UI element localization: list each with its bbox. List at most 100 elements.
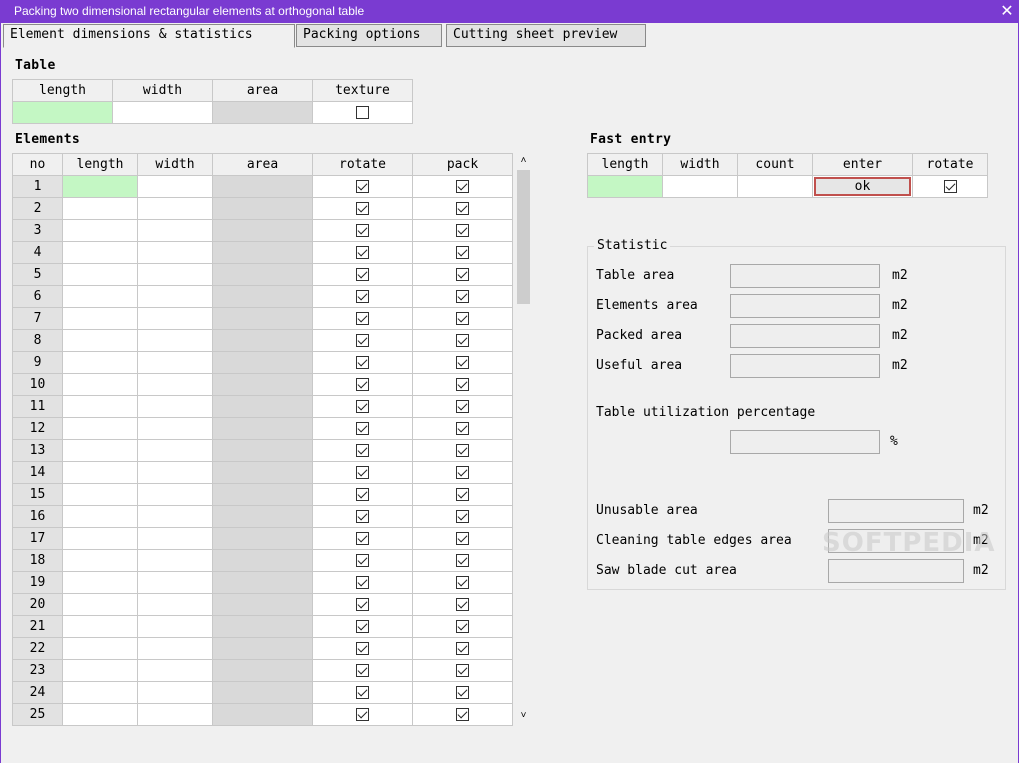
element-length-input[interactable] <box>62 285 138 308</box>
element-pack-checkbox[interactable] <box>456 598 469 611</box>
element-rotate-checkbox[interactable] <box>356 466 369 479</box>
element-pack-checkbox[interactable] <box>456 708 469 721</box>
element-rotate-checkbox[interactable] <box>356 400 369 413</box>
fast-entry-length-input[interactable] <box>587 175 663 198</box>
element-length-input[interactable] <box>62 527 138 550</box>
element-rotate-checkbox[interactable] <box>356 686 369 699</box>
element-width-input[interactable] <box>137 285 213 308</box>
element-width-input[interactable] <box>137 505 213 528</box>
element-rotate-checkbox[interactable] <box>356 180 369 193</box>
element-rotate-checkbox[interactable] <box>356 378 369 391</box>
ok-button[interactable]: ok <box>814 177 911 196</box>
element-width-input[interactable] <box>137 417 213 440</box>
close-button[interactable]: ✕ <box>995 0 1019 22</box>
element-rotate-checkbox[interactable] <box>356 246 369 259</box>
element-rotate-checkbox[interactable] <box>356 268 369 281</box>
element-width-input[interactable] <box>137 373 213 396</box>
element-pack-checkbox[interactable] <box>456 356 469 369</box>
element-pack-checkbox[interactable] <box>456 510 469 523</box>
element-length-input[interactable] <box>62 615 138 638</box>
scroll-thumb[interactable] <box>517 170 530 304</box>
element-rotate-checkbox[interactable] <box>356 290 369 303</box>
element-width-input[interactable] <box>137 571 213 594</box>
element-width-input[interactable] <box>137 637 213 660</box>
element-pack-checkbox[interactable] <box>456 378 469 391</box>
element-length-input[interactable] <box>62 263 138 286</box>
element-pack-checkbox[interactable] <box>456 466 469 479</box>
tab-element-dimensions[interactable]: Element dimensions & statistics <box>3 24 295 48</box>
element-rotate-checkbox[interactable] <box>356 554 369 567</box>
element-rotate-checkbox[interactable] <box>356 510 369 523</box>
element-rotate-checkbox[interactable] <box>356 532 369 545</box>
element-width-input[interactable] <box>137 329 213 352</box>
tab-cutting-sheet-preview[interactable]: Cutting sheet preview <box>446 24 646 47</box>
element-pack-checkbox[interactable] <box>456 664 469 677</box>
element-pack-checkbox[interactable] <box>456 334 469 347</box>
element-width-input[interactable] <box>137 351 213 374</box>
scroll-down-arrow-icon[interactable]: ˅ <box>516 708 531 724</box>
element-rotate-checkbox[interactable] <box>356 576 369 589</box>
element-rotate-checkbox[interactable] <box>356 422 369 435</box>
element-width-input[interactable] <box>137 307 213 330</box>
texture-checkbox[interactable] <box>356 106 369 119</box>
element-rotate-checkbox[interactable] <box>356 202 369 215</box>
element-width-input[interactable] <box>137 549 213 572</box>
element-width-input[interactable] <box>137 197 213 220</box>
element-rotate-checkbox[interactable] <box>356 642 369 655</box>
element-length-input[interactable] <box>62 659 138 682</box>
element-length-input[interactable] <box>62 505 138 528</box>
element-rotate-checkbox[interactable] <box>356 444 369 457</box>
element-pack-checkbox[interactable] <box>456 422 469 435</box>
element-width-input[interactable] <box>137 615 213 638</box>
table-width-input[interactable] <box>112 101 213 124</box>
element-rotate-checkbox[interactable] <box>356 664 369 677</box>
element-pack-checkbox[interactable] <box>456 312 469 325</box>
element-width-input[interactable] <box>137 681 213 704</box>
element-rotate-checkbox[interactable] <box>356 488 369 501</box>
element-length-input[interactable] <box>62 395 138 418</box>
element-width-input[interactable] <box>137 219 213 242</box>
tab-packing-options[interactable]: Packing options <box>296 24 442 47</box>
element-rotate-checkbox[interactable] <box>356 708 369 721</box>
element-length-input[interactable] <box>62 483 138 506</box>
element-rotate-checkbox[interactable] <box>356 356 369 369</box>
element-length-input[interactable] <box>62 351 138 374</box>
fast-entry-rotate-checkbox[interactable] <box>943 180 957 193</box>
element-length-input[interactable] <box>62 417 138 440</box>
element-width-input[interactable] <box>137 593 213 616</box>
element-length-input[interactable] <box>62 175 138 198</box>
element-pack-checkbox[interactable] <box>456 224 469 237</box>
element-pack-checkbox[interactable] <box>456 532 469 545</box>
element-width-input[interactable] <box>137 461 213 484</box>
elements-scrollbar[interactable]: ˄ ˅ <box>516 153 531 724</box>
fast-entry-count-input[interactable] <box>737 175 813 198</box>
element-length-input[interactable] <box>62 593 138 616</box>
element-length-input[interactable] <box>62 637 138 660</box>
element-pack-checkbox[interactable] <box>456 202 469 215</box>
element-pack-checkbox[interactable] <box>456 554 469 567</box>
element-length-input[interactable] <box>62 549 138 572</box>
element-pack-checkbox[interactable] <box>456 488 469 501</box>
table-length-input[interactable] <box>12 101 113 124</box>
element-length-input[interactable] <box>62 329 138 352</box>
element-length-input[interactable] <box>62 461 138 484</box>
element-pack-checkbox[interactable] <box>456 268 469 281</box>
element-rotate-checkbox[interactable] <box>356 598 369 611</box>
element-rotate-checkbox[interactable] <box>356 312 369 325</box>
element-width-input[interactable] <box>137 263 213 286</box>
element-pack-checkbox[interactable] <box>456 686 469 699</box>
element-pack-checkbox[interactable] <box>456 400 469 413</box>
element-length-input[interactable] <box>62 241 138 264</box>
element-length-input[interactable] <box>62 219 138 242</box>
element-length-input[interactable] <box>62 373 138 396</box>
element-width-input[interactable] <box>137 439 213 462</box>
element-rotate-checkbox[interactable] <box>356 334 369 347</box>
element-width-input[interactable] <box>137 395 213 418</box>
element-length-input[interactable] <box>62 571 138 594</box>
scroll-up-arrow-icon[interactable]: ˄ <box>516 153 531 169</box>
element-width-input[interactable] <box>137 175 213 198</box>
element-width-input[interactable] <box>137 527 213 550</box>
element-length-input[interactable] <box>62 439 138 462</box>
element-pack-checkbox[interactable] <box>456 180 469 193</box>
element-width-input[interactable] <box>137 241 213 264</box>
